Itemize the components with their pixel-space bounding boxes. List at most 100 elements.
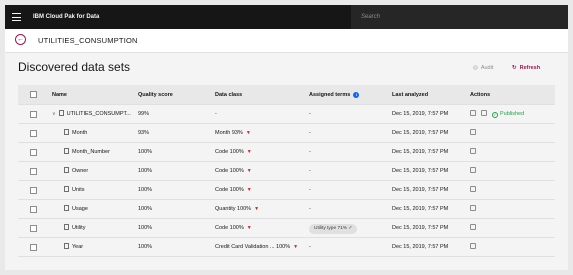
edit-icon[interactable] xyxy=(470,186,476,192)
data-class-value: Month 93% xyxy=(215,130,243,136)
assigned-terms-cell: - xyxy=(309,206,311,212)
actions-cell xyxy=(470,143,481,162)
data-class-cell[interactable]: Code 100% ▼ xyxy=(215,181,252,200)
edit-icon[interactable] xyxy=(470,167,476,173)
term-tag[interactable]: Utility type 71% ✓ xyxy=(309,224,358,234)
table-row[interactable]: Month 93% Month 93% ▼ - Dec 15, 2019, 7:5… xyxy=(18,124,555,143)
menu-icon[interactable] xyxy=(12,13,21,21)
data-class-cell[interactable]: Code 100% ▼ xyxy=(215,162,252,181)
row-name: Month xyxy=(72,130,88,136)
main-panel: Discovered data sets ◎ Audit ↻ Refresh N… xyxy=(10,54,563,270)
search-placeholder: Search xyxy=(361,14,381,20)
quality-cell: 93% xyxy=(138,130,150,136)
data-class-value: Code 100% xyxy=(215,187,244,193)
table-row[interactable]: Owner 100% Code 100% ▼ - Dec 15, 2019, 7:… xyxy=(18,162,555,181)
row-name: UTILITIES_CONSUMPT... xyxy=(66,111,131,117)
assigned-terms-cell: - xyxy=(309,111,311,117)
column-header-actions: Actions xyxy=(470,92,491,98)
data-class-cell[interactable]: Code 100% ▼ xyxy=(215,143,252,162)
data-class-value: Code 100% xyxy=(215,149,244,155)
table-row[interactable]: Month_Number 100% Code 100% ▼ - Dec 15, 2… xyxy=(18,143,555,162)
publish-icon[interactable] xyxy=(481,110,487,116)
back-arrow-icon[interactable]: ← xyxy=(15,34,26,45)
name-cell: Usage xyxy=(64,200,88,219)
column-header-last-analyzed[interactable]: Last analyzed xyxy=(392,85,428,105)
brand-title[interactable]: IBM Cloud Pak for Data xyxy=(33,5,99,29)
table-row[interactable]: Usage 100% Quantity 100% ▼ - Dec 15, 2019… xyxy=(18,200,555,219)
caret-down-icon[interactable]: ▼ xyxy=(293,244,298,250)
actions-cell: ✓ Published xyxy=(470,105,524,124)
edit-icon[interactable] xyxy=(470,205,476,211)
actions-cell xyxy=(470,219,481,238)
edit-icon[interactable] xyxy=(470,224,476,230)
row-checkbox[interactable] xyxy=(30,187,37,194)
actions-cell xyxy=(470,124,481,143)
file-icon xyxy=(64,129,69,135)
row-checkbox[interactable] xyxy=(30,149,37,156)
data-class-value: Credit Card Validation ... 100% xyxy=(215,244,291,250)
data-class-value: Code 100% xyxy=(215,225,244,231)
edit-icon[interactable] xyxy=(470,148,476,154)
page-title: Discovered data sets xyxy=(18,60,131,74)
row-name: Year xyxy=(72,244,84,250)
select-all-checkbox[interactable] xyxy=(30,91,37,98)
caret-down-icon[interactable]: ▼ xyxy=(254,206,259,212)
assigned-terms-cell: - xyxy=(309,149,311,155)
caret-down-icon[interactable]: ▼ xyxy=(247,149,252,155)
caret-down-icon[interactable]: ▼ xyxy=(247,168,252,174)
data-class-cell[interactable]: Month 93% ▼ xyxy=(215,124,251,143)
row-checkbox[interactable] xyxy=(30,225,37,232)
quality-cell: 100% xyxy=(138,225,153,231)
row-name: Month_Number xyxy=(72,149,110,155)
row-checkbox[interactable] xyxy=(30,130,37,137)
audit-button[interactable]: ◎ Audit xyxy=(473,65,493,71)
caret-down-icon[interactable]: ▼ xyxy=(247,225,252,231)
data-class-value: Code 100% xyxy=(215,168,244,174)
caret-down-icon[interactable]: ▼ xyxy=(247,187,252,193)
row-name: Utility xyxy=(72,225,86,231)
assigned-terms-label: Assigned terms xyxy=(309,92,351,98)
row-name: Owner xyxy=(72,168,89,174)
caret-down-icon[interactable]: ▼ xyxy=(246,130,251,136)
assigned-terms-cell: - xyxy=(309,168,311,174)
data-class-cell[interactable]: Code 100% ▼ xyxy=(215,219,252,238)
last-analyzed-cell: Dec 15, 2019, 7:57 PM xyxy=(392,225,449,231)
name-cell: Year xyxy=(64,238,83,257)
row-checkbox[interactable] xyxy=(30,206,37,213)
file-icon xyxy=(64,186,69,192)
term-tag-label: Utility type 71% xyxy=(314,226,348,231)
name-cell: Month_Number xyxy=(64,143,110,162)
chevron-down-icon[interactable]: ∨ xyxy=(52,105,56,124)
edit-icon[interactable] xyxy=(470,243,476,249)
audit-label: Audit xyxy=(480,65,494,71)
last-analyzed-cell: Dec 15, 2019, 7:57 PM xyxy=(392,130,449,136)
table-header: Name Quality score Data class Assigned t… xyxy=(18,85,555,105)
edit-icon[interactable] xyxy=(470,110,476,116)
info-icon[interactable]: i xyxy=(353,92,360,98)
file-icon xyxy=(64,205,69,211)
column-header-data-class[interactable]: Data class xyxy=(215,85,242,105)
column-header-name[interactable]: Name xyxy=(52,85,67,105)
data-class-cell[interactable]: Credit Card Validation ... 100% ▼ xyxy=(215,238,298,257)
table-row[interactable]: ∨ UTILITIES_CONSUMPT... 99% - - Dec 15, 2… xyxy=(18,105,555,124)
data-class-cell[interactable]: Quantity 100% ▼ xyxy=(215,200,259,219)
column-header-quality[interactable]: Quality score xyxy=(138,85,173,105)
data-class-value: Quantity 100% xyxy=(215,206,252,212)
app-frame: IBM Cloud Pak for Data Search ← UTILITIE… xyxy=(5,5,568,270)
file-icon xyxy=(64,148,69,154)
last-analyzed-cell: Dec 15, 2019, 7:57 PM xyxy=(392,111,449,117)
quality-cell: 100% xyxy=(138,168,153,174)
column-header-assigned-terms[interactable]: Assigned terms i xyxy=(309,85,360,105)
refresh-label: Refresh xyxy=(519,65,541,71)
table-row[interactable]: Year 100% Credit Card Validation ... 100… xyxy=(18,238,555,257)
refresh-button[interactable]: ↻ Refresh xyxy=(512,65,540,71)
table-row[interactable]: Units 100% Code 100% ▼ - Dec 15, 2019, 7:… xyxy=(18,181,555,200)
row-checkbox[interactable] xyxy=(30,111,37,118)
data-sets-table: Name Quality score Data class Assigned t… xyxy=(18,85,555,257)
row-checkbox[interactable] xyxy=(30,244,37,251)
row-checkbox[interactable] xyxy=(30,168,37,175)
edit-icon[interactable] xyxy=(470,129,476,135)
quality-cell: 100% xyxy=(138,244,153,250)
table-row[interactable]: Utility 100% Code 100% ▼ Utility type 71%… xyxy=(18,219,555,238)
search-input[interactable]: Search xyxy=(351,5,568,29)
